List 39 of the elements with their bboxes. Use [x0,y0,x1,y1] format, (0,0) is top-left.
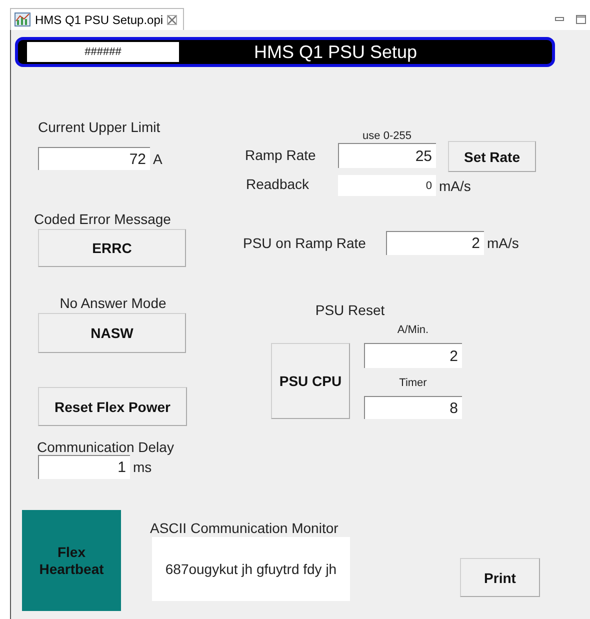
maximize-icon[interactable] [576,14,586,24]
field-label: PSU Reset [314,302,386,318]
field-label: Coded Error Message [34,211,172,227]
push-button[interactable]: Reset Flex Power [38,387,187,426]
hint-label: Timer [398,377,428,389]
hint-label: use 0-255 [362,130,412,142]
input-field[interactable]: 2 [386,231,484,255]
monitor-display: 687ougykut jh gfuytrd fdy jh [152,537,350,601]
editor-tab[interactable]: HMS Q1 PSU Setup.opi [10,8,184,30]
input-field[interactable]: 1 [38,455,130,479]
panel-title: HMS Q1 PSU Setup [252,42,418,62]
input-field[interactable]: 72 [38,147,150,170]
hint-label: A/Min. [396,324,430,336]
readback-field: 0 [338,175,436,196]
field-label: Ramp Rate [245,147,317,163]
push-button[interactable]: PSU CPU [271,343,350,419]
input-field[interactable]: 2 [364,343,462,368]
field-label: ASCII Communication Monitor [150,520,340,536]
close-icon[interactable] [167,14,178,24]
field-label: No Answer Mode [58,295,168,311]
field-label: Communication Delay [37,439,175,455]
push-button[interactable]: Set Rate [448,141,536,172]
input-field[interactable]: 25 [338,143,436,168]
unit-label: A [153,150,162,166]
push-button[interactable]: NASW [38,313,186,353]
tab-title: HMS Q1 PSU Setup.opi [35,12,164,26]
field-label: PSU on Ramp Rate [243,235,367,251]
heartbeat-indicator: Flex Heartbeat [22,510,121,611]
minimize-icon[interactable] [555,17,564,21]
chart-icon [14,12,31,27]
field-label: Readback [246,176,310,192]
input-field[interactable]: 8 [364,396,462,419]
push-button[interactable]: ERRC [38,229,186,267]
unit-label: ms [133,459,152,475]
unit-label: mA/s [487,235,519,251]
push-button[interactable]: Print [460,558,540,597]
unit-label: mA/s [439,178,471,194]
status-field: ###### [27,42,179,62]
field-label: Current Upper Limit [38,119,162,135]
